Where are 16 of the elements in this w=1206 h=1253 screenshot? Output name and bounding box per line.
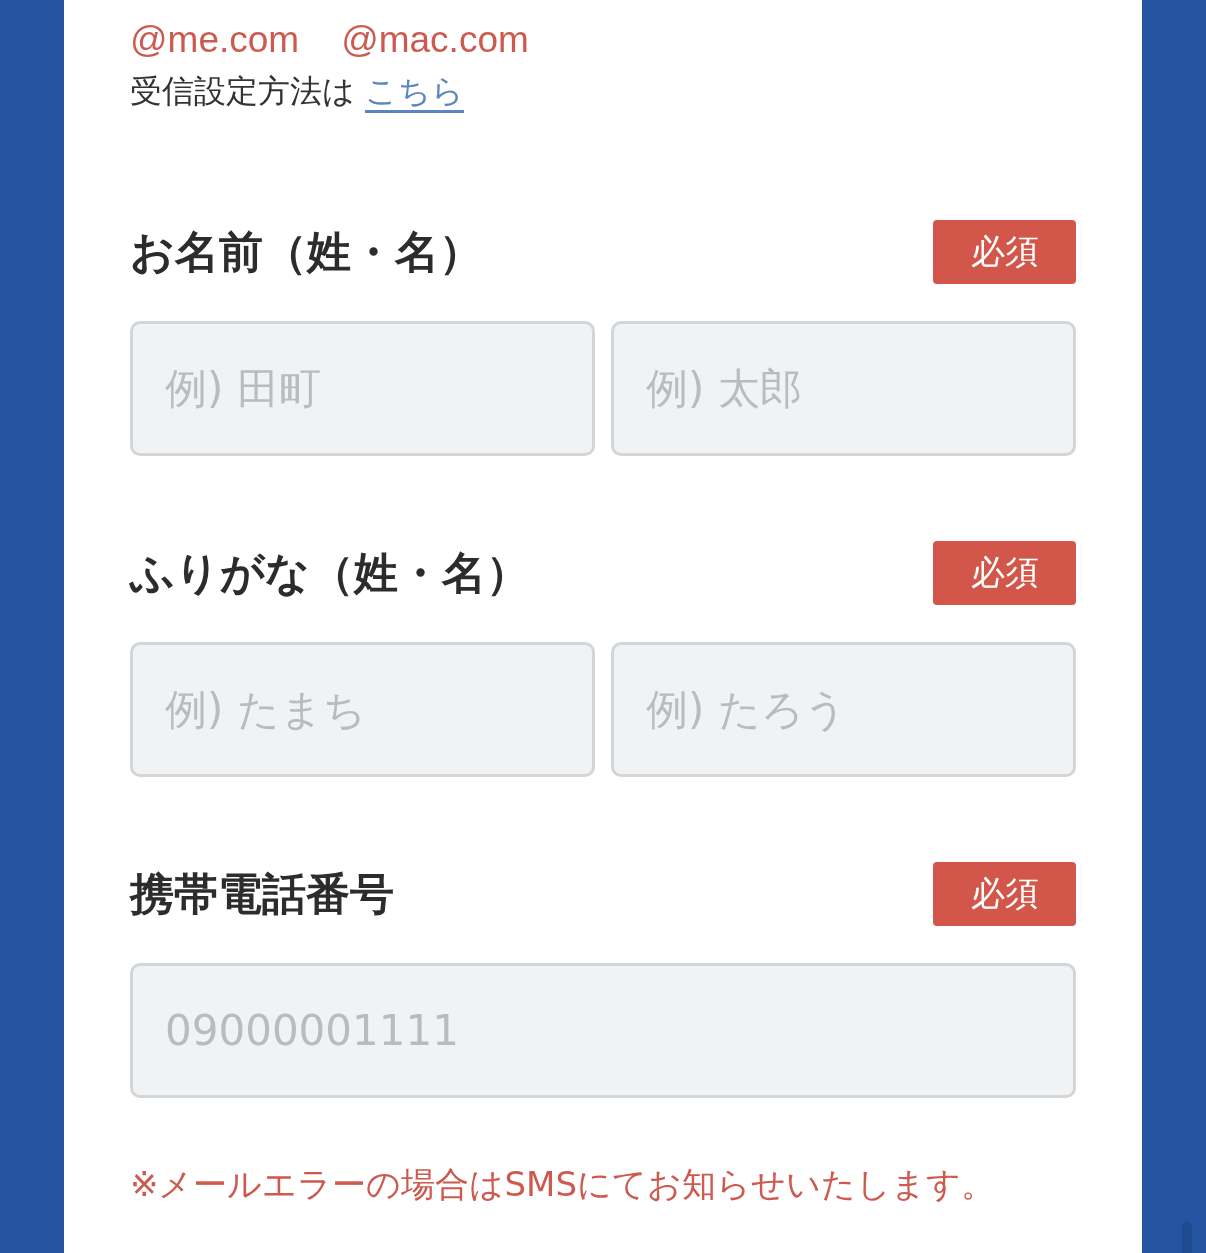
email-domain: @me.com (130, 18, 300, 62)
required-badge: 必須 (933, 220, 1076, 284)
input-field[interactable]: 例) 太郎 (611, 321, 1076, 456)
field-label: 携帯電話番号 (130, 866, 394, 921)
field-label: お名前（姓・名） (130, 224, 483, 279)
input-field[interactable]: 09000001111 (130, 963, 1076, 1098)
input-field[interactable]: 例) 田町 (130, 321, 595, 456)
required-badge: 必須 (933, 541, 1076, 605)
input-field[interactable]: 例) たろう (611, 642, 1076, 777)
receive-settings-text: 受信設定方法は (130, 71, 355, 112)
input-field[interactable]: 例) たまち (130, 642, 595, 777)
email-domain: @mac.com (341, 18, 529, 62)
sms-notice: ※メールエラーの場合はSMSにてお知らせいたします。 (130, 1163, 996, 1206)
receive-settings-link[interactable]: こちら (365, 66, 464, 116)
field-label: ふりがな（姓・名） (130, 545, 530, 600)
required-badge: 必須 (933, 862, 1076, 926)
